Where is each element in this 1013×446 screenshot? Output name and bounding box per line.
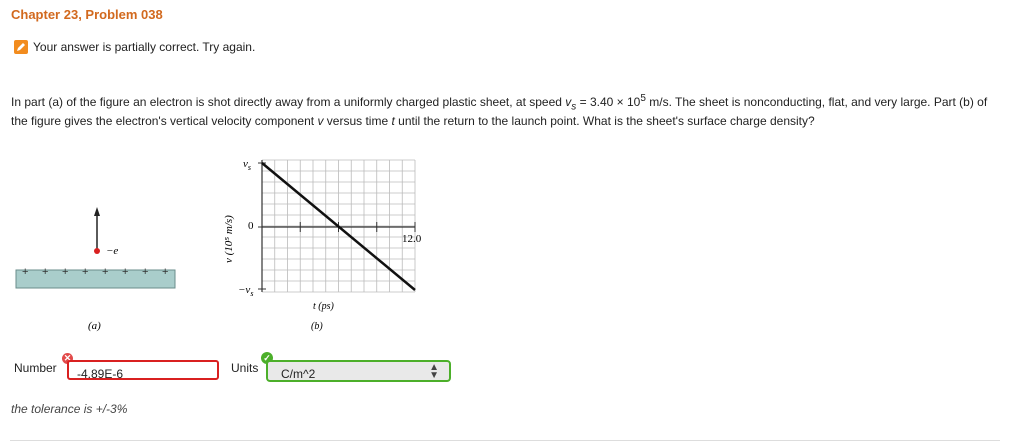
problem-figure: + + + + + + + + −e (a) v (10⁵ m/s) vs 0 −vs 12.…	[15, 158, 422, 332]
number-input[interactable]: -4.89E-6	[67, 360, 219, 381]
page-title: Chapter 23, Problem 038	[11, 7, 163, 22]
charged-sheet	[15, 269, 176, 289]
y-zero-label: 0	[248, 220, 254, 232]
y-axis-label: v (10⁵ m/s)	[223, 215, 235, 263]
feedback-message: Your answer is partially correct. Try ag…	[33, 40, 256, 54]
problem-text-2: = 3.40 × 10	[576, 95, 641, 109]
tolerance-note: the tolerance is +/-3%	[11, 402, 128, 416]
figure-part-b: v (10⁵ m/s) vs 0 −vs 12.0 t (ps) (b)	[223, 158, 422, 332]
figure-part-a: + + + + + + + + −e (a)	[15, 207, 176, 332]
units-select[interactable]: C/m^2 ▲ ▼	[266, 360, 451, 382]
pencil-icon	[14, 40, 28, 54]
plus-sign: +	[42, 266, 48, 278]
units-label: Units	[231, 361, 259, 375]
caption-a: (a)	[88, 320, 101, 332]
divider	[10, 440, 1000, 441]
electron-label: −e	[106, 245, 118, 257]
y-bottom-label: −vs	[238, 284, 253, 298]
feedback-status: Your answer is partially correct. Try ag…	[14, 40, 255, 54]
x-end-label: 12.0	[402, 233, 422, 245]
arrow-head-icon	[94, 207, 100, 216]
problem-text-4: versus time	[323, 114, 392, 129]
plus-sign: +	[102, 266, 108, 278]
number-label: Number	[14, 361, 57, 375]
plus-sign: +	[122, 266, 128, 278]
problem-statement: In part (a) of the figure an electron is…	[11, 91, 1001, 129]
plus-sign: +	[22, 266, 28, 278]
plus-sign: +	[82, 266, 88, 278]
y-top-label: vs	[243, 158, 251, 172]
units-value: C/m^2	[281, 367, 316, 381]
plus-sign: +	[142, 266, 148, 278]
x-axis-label: t (ps)	[313, 301, 335, 312]
plus-sign: +	[162, 266, 168, 278]
problem-text-1: In part (a) of the figure an electron is…	[11, 95, 566, 109]
electron-dot	[94, 248, 100, 254]
caption-b: (b)	[311, 321, 323, 332]
problem-text-5: until the return to the launch point. Wh…	[394, 114, 815, 129]
plus-sign: +	[62, 266, 68, 278]
select-arrows-icon: ▲ ▼	[429, 362, 439, 381]
